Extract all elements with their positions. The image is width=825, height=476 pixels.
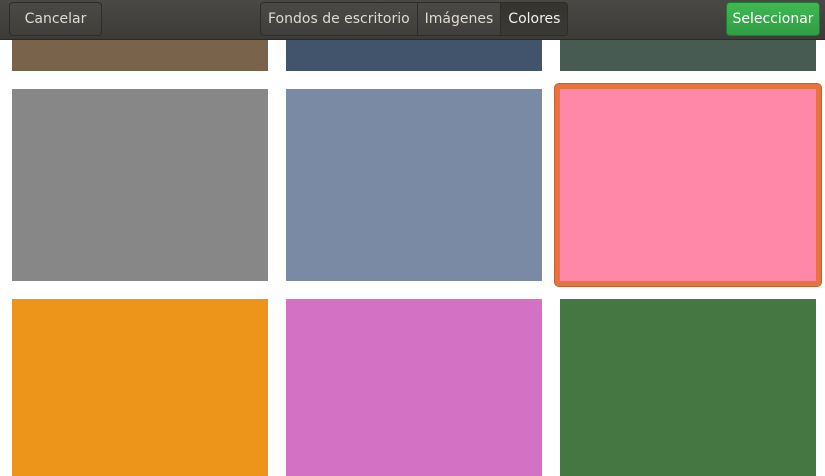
tab-pictures[interactable]: Imágenes xyxy=(416,2,502,36)
tab-wallpapers[interactable]: Fondos de escritorio xyxy=(260,2,418,36)
select-button[interactable]: Seleccionar xyxy=(726,2,820,36)
color-swatch[interactable] xyxy=(286,299,542,476)
tab-colors[interactable]: Colores xyxy=(500,2,569,36)
cancel-button[interactable]: Cancelar xyxy=(9,2,102,36)
color-grid xyxy=(0,0,825,476)
color-swatch[interactable] xyxy=(286,89,542,281)
color-swatch[interactable] xyxy=(12,89,268,281)
color-swatch-selected[interactable] xyxy=(555,84,821,286)
color-swatch[interactable] xyxy=(12,299,268,476)
color-swatch[interactable] xyxy=(560,299,816,476)
header-bar: Cancelar Fondos de escritorio Imágenes C… xyxy=(0,0,825,40)
view-switcher: Fondos de escritorio Imágenes Colores xyxy=(260,2,569,36)
